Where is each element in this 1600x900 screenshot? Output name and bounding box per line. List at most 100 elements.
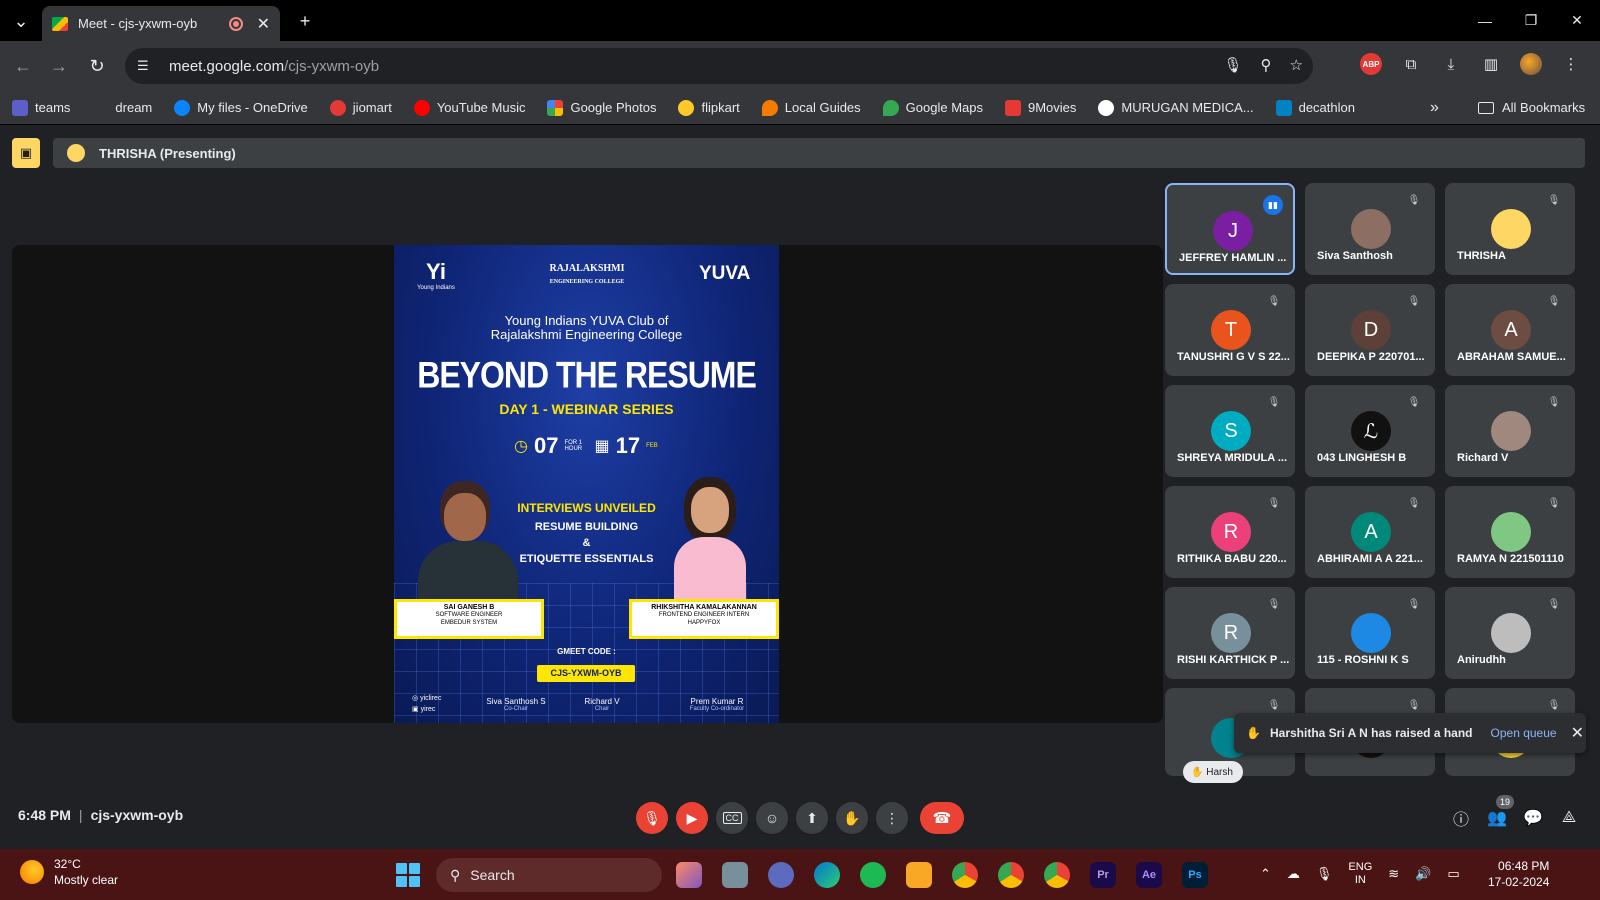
microphone-tray-icon[interactable]: 🎙 [1316, 866, 1333, 882]
open-queue-link[interactable]: Open queue [1491, 726, 1557, 740]
participant-tile[interactable]: T 🎙 TANUSHRI G V S 22... [1165, 284, 1295, 376]
more-options-button[interactable]: ⋮ [876, 802, 908, 834]
microphone-icon[interactable]: 🎙 [1224, 56, 1243, 74]
adblock-extension-icon[interactable]: ABP [1360, 53, 1382, 75]
participant-tile[interactable]: R 🎙 RISHI KARTHICK P ... [1165, 587, 1295, 679]
all-bookmarks-button[interactable]: All Bookmarks [1478, 100, 1585, 115]
speaker1-card: SAI GANESH B SOFTWARE ENGINEER EMBEDUR S… [394, 599, 544, 639]
participant-tile[interactable]: 🎙 115 - ROSHNI K S [1305, 587, 1435, 679]
captions-button[interactable]: CC [716, 802, 748, 834]
more-bookmarks-chevron-icon[interactable]: » [1430, 99, 1439, 117]
zoom-icon[interactable]: ⚲ [1261, 56, 1272, 74]
reload-icon[interactable]: ↻ [84, 53, 110, 79]
meeting-details-icon[interactable]: ⓘ [1450, 807, 1472, 829]
system-clock[interactable]: 06:48 PM 17-02-2024 [1488, 858, 1549, 890]
bookmark-item[interactable]: MURUGAN MEDICA... [1098, 99, 1254, 116]
download-icon[interactable]: ⤓ [1440, 53, 1462, 75]
close-tab-icon[interactable]: ✕ [257, 14, 270, 34]
mic-muted-icon: 🎙 [1267, 296, 1281, 307]
bookmark-star-icon[interactable]: ☆ [1290, 56, 1303, 74]
onedrive-status-icon[interactable]: ☁ [1287, 866, 1300, 882]
close-window-icon[interactable]: ✕ [1554, 0, 1600, 41]
camera-off-button[interactable]: ▶ [676, 802, 708, 834]
present-now-button[interactable]: ⬆ [796, 802, 828, 834]
bookmark-item[interactable]: 9Movies [1005, 99, 1076, 116]
wifi-icon[interactable]: ≋ [1388, 866, 1399, 882]
participant-tile[interactable]: R 🎙 RITHIKA BABU 220... [1165, 486, 1295, 578]
participant-tile[interactable]: S 🎙 SHREYA MRIDULA ... [1165, 385, 1295, 477]
bookmark-item[interactable]: decathlon [1275, 99, 1355, 116]
raised-hand-icon: ✋ [1246, 726, 1261, 740]
after-effects-icon[interactable]: Ae [1136, 862, 1162, 888]
extensions-puzzle-icon[interactable]: ⧉ [1400, 53, 1422, 75]
restore-icon[interactable]: ❐ [1508, 0, 1554, 41]
file-explorer-icon[interactable] [906, 862, 932, 888]
taskbar-search[interactable]: ⚲ Search [436, 858, 662, 892]
participant-tile[interactable]: ℒ 🎙 043 LINGHESH B [1305, 385, 1435, 477]
participant-name: 043 LINGHESH B [1317, 452, 1407, 464]
bookmark-item[interactable]: Google Maps [882, 99, 983, 116]
task-view-icon[interactable] [722, 862, 748, 888]
copilot-app-icon[interactable] [676, 862, 702, 888]
address-bar[interactable]: ☰ meet.google.com/cjs-yxwm-oyb 🎙 ⚲ ☆ [125, 48, 1313, 84]
people-icon[interactable]: 👥 [1486, 807, 1508, 829]
profile-avatar[interactable] [1520, 53, 1542, 75]
chrome-app-icon[interactable] [952, 862, 978, 888]
presentation-icon[interactable]: ▣ [12, 138, 40, 168]
new-tab-icon[interactable]: + [292, 8, 318, 34]
participant-tile[interactable]: 🎙 RAMYA N 221501110 [1445, 486, 1575, 578]
participant-tile[interactable]: 🎙 Richard V [1445, 385, 1575, 477]
bookmark-item[interactable]: Local Guides [761, 99, 861, 116]
input-language[interactable]: ENG IN [1348, 861, 1372, 887]
gmeet-code-chip: CJS-YXWM-OYB [537, 665, 635, 682]
bookmark-item[interactable]: YouTube Music [413, 99, 525, 116]
mic-off-button[interactable]: 🎙 [636, 802, 668, 834]
side-panel-icon[interactable]: ▥ [1480, 53, 1502, 75]
meet-chat-app-icon[interactable] [768, 862, 794, 888]
mic-muted-icon: 🎙 [1547, 296, 1561, 307]
forward-arrow-icon[interactable]: → [46, 53, 72, 79]
bookmark-item[interactable]: My files - OneDrive [174, 99, 308, 116]
google-g-icon [1098, 99, 1115, 116]
chrome-profile3-icon[interactable] [1044, 862, 1070, 888]
captions-icon: CC [722, 812, 742, 824]
menu-kebab-icon[interactable]: ⋮ [1560, 53, 1582, 75]
chat-icon[interactable]: 💬 [1522, 807, 1544, 829]
participant-tile[interactable]: A 🎙 ABRAHAM SAMUE... [1445, 284, 1575, 376]
chevron-up-icon[interactable]: ⌃ [1260, 866, 1271, 882]
edge-app-icon[interactable] [814, 862, 840, 888]
bookmark-item[interactable]: jiomart [329, 99, 392, 116]
tab-search-icon[interactable]: ⌄ [8, 8, 34, 34]
bookmark-item[interactable]: teams [12, 99, 70, 116]
chrome-profile2-icon[interactable] [998, 862, 1024, 888]
participant-tile[interactable]: A 🎙 ABHIRAMI A A 221... [1305, 486, 1435, 578]
participant-tile[interactable]: J ▮▮ JEFFREY HAMLIN ... [1165, 183, 1295, 275]
participant-avatar [1491, 209, 1531, 249]
close-icon[interactable]: ✕ [1571, 723, 1584, 743]
raise-hand-button[interactable]: ✋ [836, 802, 868, 834]
windows-start-icon[interactable] [396, 863, 420, 887]
bookmark-item[interactable]: Google Photos [547, 99, 656, 116]
participant-tile[interactable]: 🎙 THRISHA [1445, 183, 1575, 275]
leave-call-button[interactable]: ☎ [920, 802, 964, 834]
volume-icon[interactable]: 🔊 [1415, 866, 1431, 882]
weather-widget[interactable]: 32°C Mostly clear [20, 856, 118, 888]
site-info-icon[interactable]: ☰ [137, 58, 157, 74]
spotify-app-icon[interactable] [860, 862, 886, 888]
back-arrow-icon[interactable]: ← [10, 53, 36, 79]
participant-tile[interactable]: 🎙 Anirudhh [1445, 587, 1575, 679]
teams-icon [12, 99, 28, 116]
reactions-button[interactable]: ☺ [756, 802, 788, 834]
participant-tile[interactable]: D 🎙 DEEPIKA P 220701... [1305, 284, 1435, 376]
photoshop-icon[interactable]: Ps [1182, 862, 1208, 888]
minimize-icon[interactable]: — [1462, 0, 1508, 41]
browser-tab[interactable]: Meet - cjs-yxwm-oyb ✕ [42, 6, 280, 41]
participant-tile[interactable]: 🎙 Siva Santhosh [1305, 183, 1435, 275]
activities-icon[interactable]: ⟁ [1558, 807, 1580, 829]
battery-icon[interactable]: ▭ [1447, 866, 1459, 882]
emoji-icon: ☺ [764, 810, 780, 826]
bookmark-item[interactable]: flipkart [678, 99, 740, 116]
premiere-pro-icon[interactable]: Pr [1090, 862, 1116, 888]
bookmark-item[interactable]: dream [92, 100, 152, 116]
yuva-logo: YUVA [699, 263, 751, 284]
